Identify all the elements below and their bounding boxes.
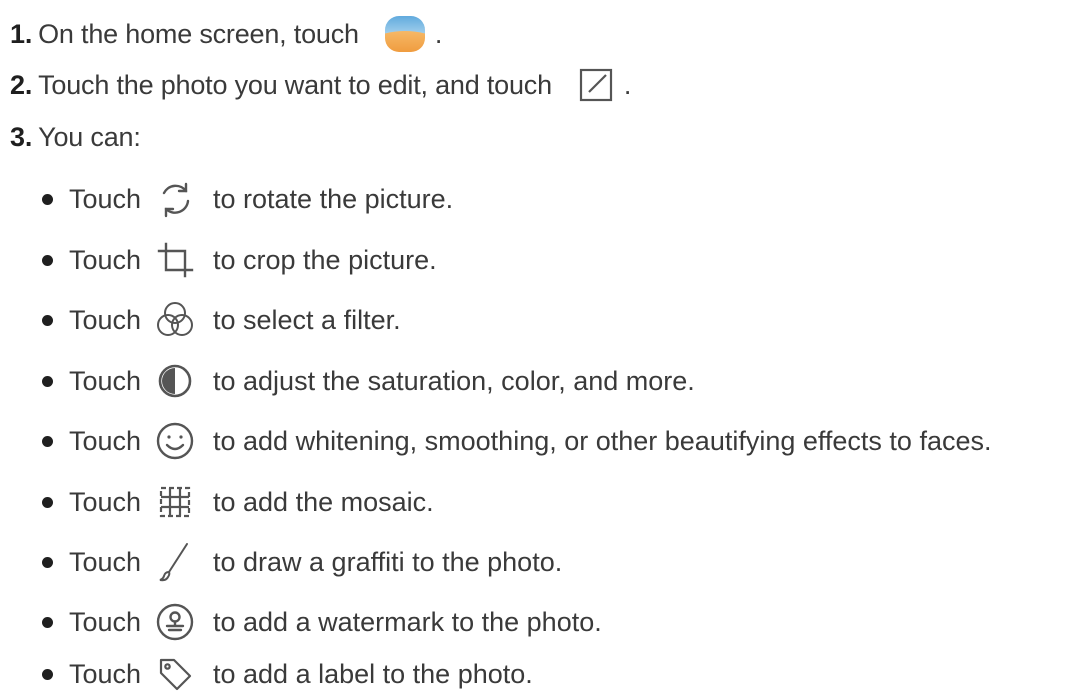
list-item: Touch to rotate the picture.	[0, 175, 453, 223]
bullet-dot	[42, 193, 53, 205]
step-period: .	[623, 69, 632, 100]
touch-label: Touch	[69, 546, 142, 577]
tag-icon	[153, 652, 197, 696]
bullet-text: to crop the picture.	[213, 244, 437, 275]
gallery-icon	[383, 12, 427, 56]
step-number: 3.	[10, 121, 33, 152]
touch-label: Touch	[69, 606, 142, 637]
touch-label: Touch	[69, 486, 142, 517]
touch-label: Touch	[69, 425, 142, 456]
bullet-text: to adjust the saturation, color, and mor…	[213, 365, 695, 396]
bullet-dot	[42, 314, 53, 326]
bullet-dot	[42, 668, 53, 680]
filter-icon	[153, 298, 197, 342]
watermark-icon	[153, 600, 197, 644]
bullet-dot	[42, 556, 53, 568]
bullet-text: to rotate the picture.	[213, 183, 454, 214]
step-3: 3. You can:	[0, 113, 141, 161]
bullet-text: to add a watermark to the photo.	[213, 606, 602, 637]
list-item: Touch to crop the picture.	[0, 236, 437, 284]
bullet-dot	[42, 616, 53, 628]
bullet-text: to add a label to the photo.	[213, 658, 533, 689]
adjust-icon	[153, 359, 197, 403]
brush-icon	[153, 540, 197, 584]
mosaic-icon	[153, 480, 197, 524]
step-text: On the home screen, touch	[38, 18, 359, 49]
step-number: 1.	[10, 18, 33, 49]
list-item: Touch to adjust the saturation, color, a…	[0, 357, 695, 405]
list-item: Touch to add a watermark to the photo.	[0, 598, 602, 646]
bullet-dot	[42, 496, 53, 508]
crop-icon	[153, 238, 197, 282]
list-item: Touch to draw a graffiti to the photo.	[0, 538, 562, 586]
step-2: 2. Touch the photo you want to edit, and…	[0, 61, 631, 109]
bullet-text: to add the mosaic.	[213, 486, 434, 517]
step-number: 2.	[10, 69, 33, 100]
touch-label: Touch	[69, 244, 142, 275]
touch-label: Touch	[69, 183, 142, 214]
step-text: Touch the photo you want to edit, and to…	[38, 69, 552, 100]
bullet-text: to draw a graffiti to the photo.	[213, 546, 563, 577]
rotate-icon	[153, 177, 197, 221]
bullet-dot	[42, 375, 53, 387]
beauty-face-icon	[153, 419, 197, 463]
list-item: Touch to add whitening, smoothing, or ot…	[0, 417, 991, 465]
step-text: You can:	[38, 121, 141, 152]
touch-label: Touch	[69, 365, 142, 396]
step-1: 1. On the home screen, touch .	[0, 10, 442, 58]
list-item: Touch to add a label to the photo.	[0, 650, 533, 698]
bullet-dot	[42, 254, 53, 266]
step-period: .	[434, 18, 443, 49]
list-item: Touch to select a filter.	[0, 296, 401, 344]
bullet-dot	[42, 435, 53, 447]
bullet-text: to select a filter.	[213, 304, 401, 335]
list-item: Touch to add the mosaic.	[0, 478, 434, 526]
touch-label: Touch	[69, 658, 142, 689]
touch-label: Touch	[69, 304, 142, 335]
bullet-text: to add whitening, smoothing, or other be…	[213, 425, 992, 456]
instruction-document: 1. On the home screen, touch . 2. Touch …	[0, 0, 1085, 698]
edit-icon	[574, 63, 618, 107]
